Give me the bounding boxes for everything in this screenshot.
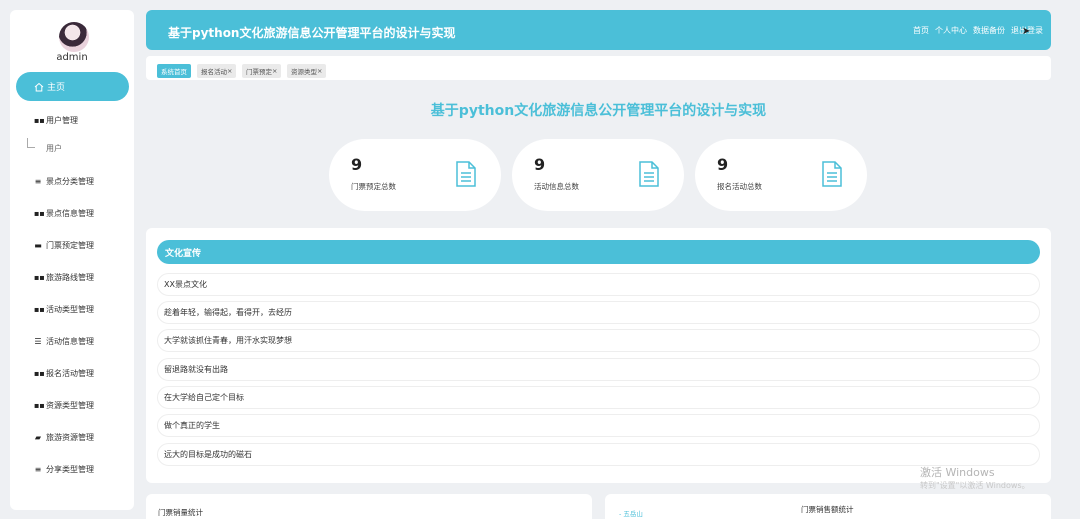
sidebar-item-activity-info[interactable]: ☰ 活动信息管理	[34, 336, 94, 347]
list-item[interactable]: 远大的目标是成功的磁石	[157, 443, 1040, 466]
list-item[interactable]: 大学就该抓住青春，用汗水实现梦想	[157, 329, 1040, 352]
sidebar: admin 主页 ▪▪ 用户管理 用户 ≡ 景点分类管理 ▪▪ 景点信息管理 ▬…	[10, 10, 134, 510]
tab-label: 报名活动	[201, 68, 227, 76]
dashboard-panel: 基于python文化旅游信息公开管理平台的设计与实现 9 门票预定总数 9 活动…	[146, 84, 1051, 221]
tab-system-home[interactable]: 系统首页	[157, 64, 191, 78]
activation-watermark-text: 转到"设置"以激活 Windows。	[920, 481, 1030, 490]
stat-value: 9	[717, 155, 729, 174]
chart-legend: - 五岳山	[619, 510, 643, 518]
home-link[interactable]: 首页	[913, 25, 929, 36]
chart-title: 门票销售额统计	[801, 505, 854, 514]
stat-value: 9	[534, 155, 546, 174]
sidebar-item-share-type[interactable]: ≡ 分享类型管理	[34, 464, 94, 475]
sidebar-item-label: 活动类型管理	[46, 305, 94, 314]
list-item[interactable]: 在大学给自己定个目标	[157, 386, 1040, 409]
document-icon	[639, 161, 659, 187]
sidebar-item-label: 景点信息管理	[46, 209, 94, 218]
stat-label: 报名活动总数	[717, 182, 762, 191]
backup-link[interactable]: 数据备份	[973, 25, 1005, 36]
sidebar-item-resource-type[interactable]: ▪▪ 资源类型管理	[34, 400, 94, 411]
home-icon	[34, 82, 44, 91]
username: admin	[56, 52, 88, 63]
sidebar-subitem-user[interactable]: 用户	[46, 143, 62, 154]
sidebar-item-label: 活动信息管理	[46, 337, 94, 346]
grid-icon: ▪▪	[34, 401, 45, 410]
tab-ticket-booking[interactable]: 门票预定 ×	[242, 64, 282, 78]
stat-card-activity-total: 9 活动信息总数	[512, 139, 684, 211]
chart-title: 门票销量统计	[158, 508, 203, 517]
avatar[interactable]	[59, 22, 89, 52]
sidebar-item-label: 门票预定管理	[46, 241, 94, 250]
sidebar-item-ticket-booking[interactable]: ▬ 门票预定管理	[34, 240, 94, 251]
culture-header: 文化宣传	[157, 240, 1040, 264]
tab-bar: 系统首页 报名活动 × 门票预定 × 资源类型 ×	[146, 56, 1051, 80]
list-item[interactable]: 做个真正的学生	[157, 414, 1040, 437]
profile-link[interactable]: 个人中心	[935, 25, 967, 36]
grid-icon: ▪▪	[34, 369, 45, 378]
stat-card-ticket-total: 9 门票预定总数	[329, 139, 501, 211]
document-icon	[822, 161, 842, 187]
close-icon[interactable]: ×	[272, 67, 277, 75]
ticket-revenue-chart-panel: - 五岳山 门票销售额统计	[605, 494, 1051, 519]
monitor-icon: ▬	[34, 241, 42, 250]
sliders-icon: ☰	[34, 337, 42, 346]
list-item[interactable]: XX景点文化	[157, 273, 1040, 296]
sidebar-item-signup-activity[interactable]: ▪▪ 报名活动管理	[34, 368, 94, 379]
sidebar-item-label: 旅游路线管理	[46, 273, 94, 282]
close-icon[interactable]: ×	[227, 67, 232, 75]
sidebar-item-user-management[interactable]: ▪▪ 用户管理	[34, 115, 78, 126]
close-icon[interactable]: ×	[317, 67, 322, 75]
sidebar-item-label: 分享类型管理	[46, 465, 94, 474]
sidebar-item-home[interactable]: 主页	[16, 72, 129, 101]
sidebar-item-spot-category[interactable]: ≡ 景点分类管理	[34, 176, 94, 187]
page-title: 基于python文化旅游信息公开管理平台的设计与实现	[430, 103, 767, 119]
mouse-cursor-icon: ➤	[1022, 26, 1031, 37]
sidebar-item-travel-route[interactable]: ▪▪ 旅游路线管理	[34, 272, 94, 283]
grid-icon: ▪▪	[34, 116, 45, 125]
sidebar-item-label: 资源类型管理	[46, 401, 94, 410]
list-icon: ≡	[34, 177, 42, 186]
sidebar-item-spot-info[interactable]: ▪▪ 景点信息管理	[34, 208, 94, 219]
tab-label: 资源类型	[291, 68, 317, 76]
header-title: 基于python文化旅游信息公开管理平台的设计与实现	[168, 26, 456, 40]
culture-panel: 文化宣传 XX景点文化 趁着年轻，输得起，看得开，去经历 大学就该抓住青春，用汗…	[146, 228, 1051, 483]
sidebar-item-activity-type[interactable]: ▪▪ 活动类型管理	[34, 304, 94, 315]
sidebar-item-label: 报名活动管理	[46, 369, 94, 378]
grid-icon: ▪▪	[34, 273, 45, 282]
sidebar-item-travel-resource[interactable]: ▰ 旅游资源管理	[34, 432, 94, 443]
tab-label: 系统首页	[161, 68, 187, 76]
stat-label: 门票预定总数	[351, 182, 396, 191]
stat-card-signup-total: 9 报名活动总数	[695, 139, 867, 211]
sidebar-item-label: 用户管理	[46, 116, 78, 125]
stat-value: 9	[351, 155, 363, 174]
list-icon: ≡	[34, 465, 42, 474]
document-icon	[456, 161, 476, 187]
tab-resource-type[interactable]: 资源类型 ×	[287, 64, 327, 78]
ticket-sales-chart-panel: 门票销量统计	[146, 494, 592, 519]
list-item[interactable]: 趁着年轻，输得起，看得开，去经历	[157, 301, 1040, 324]
tab-label: 门票预定	[246, 68, 272, 76]
grid-icon: ▪▪	[34, 305, 45, 314]
list-item[interactable]: 留退路就没有出路	[157, 358, 1040, 381]
stat-label: 活动信息总数	[534, 182, 579, 191]
activation-watermark-title: 激活 Windows	[920, 466, 995, 479]
sidebar-item-label: 旅游资源管理	[46, 433, 94, 442]
grid-icon: ▪▪	[34, 209, 45, 218]
tab-signup-activity[interactable]: 报名活动 ×	[197, 64, 237, 78]
tree-connector	[27, 138, 35, 148]
folder-icon: ▰	[34, 433, 42, 442]
sidebar-item-label: 主页	[47, 83, 66, 93]
sidebar-item-label: 景点分类管理	[46, 177, 94, 186]
top-header: 基于python文化旅游信息公开管理平台的设计与实现 首页 个人中心 数据备份 …	[146, 10, 1051, 50]
